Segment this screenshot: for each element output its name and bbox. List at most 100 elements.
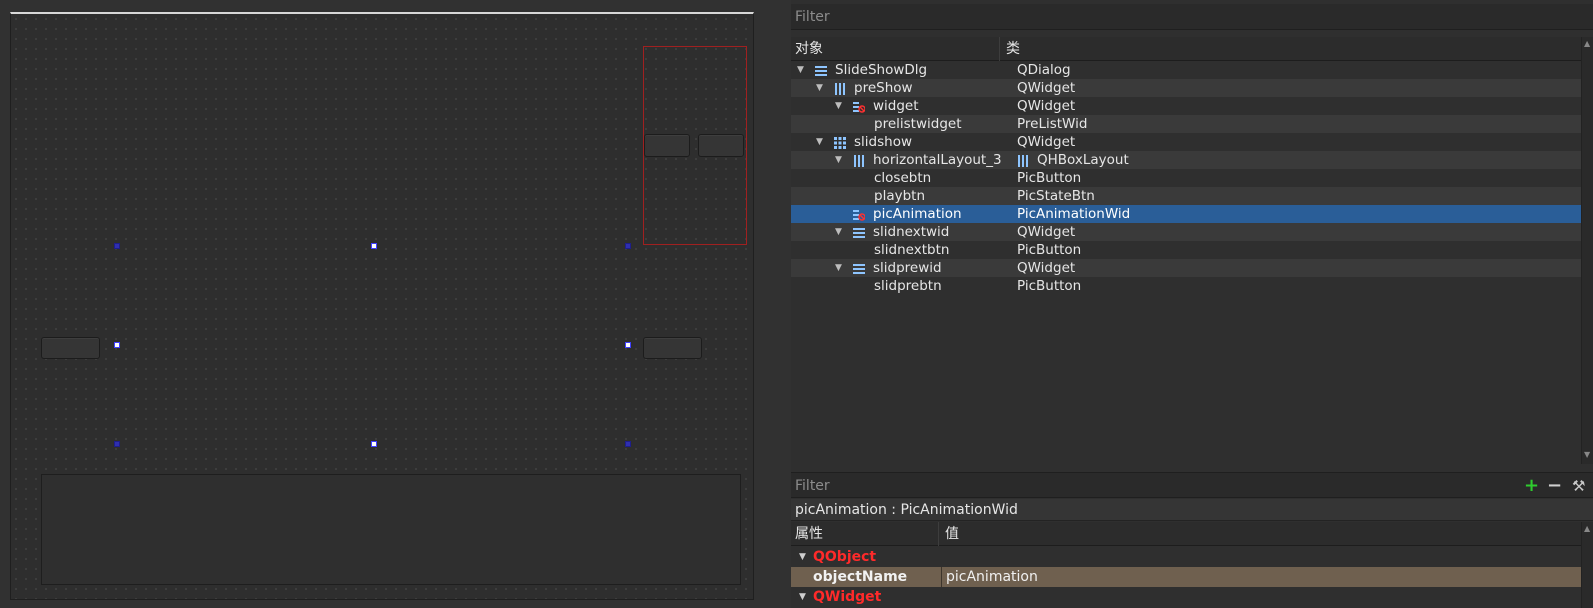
hbox-layout-icon xyxy=(834,82,846,95)
property-row-objectname[interactable]: objectName picAnimation xyxy=(791,567,1581,587)
selection-handle[interactable] xyxy=(625,243,631,249)
object-class-label: QWidget xyxy=(1017,260,1076,276)
object-name-label: horizontalLayout_3 xyxy=(873,152,1002,168)
object-filter-input[interactable]: Filter xyxy=(791,4,1593,30)
object-class-label: picAnimation : PicAnimationWid xyxy=(795,502,1018,518)
selection-handle[interactable] xyxy=(371,441,377,447)
object-class-label: PicStateBtn xyxy=(1017,188,1095,204)
hbox-layout-icon xyxy=(1017,154,1029,167)
chevron-down-icon[interactable]: ▼ xyxy=(835,97,842,115)
selection-handle[interactable] xyxy=(625,441,631,447)
vbox-layout-icon xyxy=(853,262,865,274)
tree-row-horizontallayout_3[interactable]: ▼ horizontalLayout_3 QHBoxLayout xyxy=(791,151,1581,169)
column-header-object[interactable]: 对象 xyxy=(795,37,823,61)
object-inspector: Filter 对象 类 ▼ SlideShowDlg QDialog ▼ preShow… xyxy=(791,4,1593,464)
object-name-label: slidprebtn xyxy=(874,278,942,294)
panel-splitter[interactable] xyxy=(775,0,791,608)
preview-list-widget[interactable] xyxy=(41,474,741,585)
property-filter-input[interactable]: Filter + − ⚒ xyxy=(791,472,1593,498)
object-class-label: QWidget xyxy=(1017,98,1076,114)
scroll-up-icon[interactable]: ▲ xyxy=(1584,39,1590,48)
selection-handle[interactable] xyxy=(114,441,120,447)
chevron-down-icon[interactable]: ▼ xyxy=(835,259,842,277)
object-class-label: PicAnimationWid xyxy=(1017,206,1131,222)
broken-layout-icon xyxy=(853,100,866,113)
tree-row-slidnextwid[interactable]: ▼ slidnextwid QWidget xyxy=(791,223,1581,241)
object-class-label: PicButton xyxy=(1017,170,1082,186)
object-class-label: QWidget xyxy=(1017,80,1076,96)
tree-row-slidprewid[interactable]: ▼ slidprewid QWidget xyxy=(791,259,1581,277)
selection-handle[interactable] xyxy=(371,243,377,249)
object-class-label: QHBoxLayout xyxy=(1037,152,1129,168)
object-name-label: widget xyxy=(873,98,919,114)
tree-row-slidprebtn[interactable]: slidprebtn PicButton xyxy=(791,277,1581,295)
play-button-preview[interactable] xyxy=(644,134,690,157)
selected-object-label: picAnimation : PicAnimationWid xyxy=(791,499,1593,521)
right-dock-panels: Filter 对象 类 ▼ SlideShowDlg QDialog ▼ preShow… xyxy=(791,0,1593,608)
close-button-preview[interactable] xyxy=(698,134,744,157)
slide-prev-button-preview[interactable] xyxy=(41,337,100,359)
vbox-layout-icon xyxy=(815,64,827,76)
object-name-label: slidshow xyxy=(854,134,912,150)
object-class-label: PreListWid xyxy=(1017,116,1088,132)
object-name-label: picAnimation xyxy=(873,206,962,222)
chevron-down-icon[interactable]: ▼ xyxy=(816,79,823,97)
object-name-label: slidnextwid xyxy=(873,224,950,240)
object-name-label: prelistwidget xyxy=(874,116,962,132)
property-value-input[interactable]: picAnimation xyxy=(941,567,1569,587)
plus-icon[interactable]: + xyxy=(1524,473,1539,499)
minus-icon[interactable]: − xyxy=(1547,473,1562,499)
column-header-property[interactable]: 属性 xyxy=(795,522,823,546)
grid-layout-icon xyxy=(834,136,846,149)
filter-placeholder: Filter xyxy=(795,9,830,25)
tree-row-widget[interactable]: ▼ widget QWidget xyxy=(791,97,1581,115)
object-class-label: PicButton xyxy=(1017,278,1082,294)
chevron-down-icon[interactable]: ▼ xyxy=(835,223,842,241)
scroll-up-icon[interactable]: ▲ xyxy=(1584,524,1590,533)
category-label: QWidget xyxy=(813,589,882,605)
tree-row-picanimation[interactable]: picAnimation PicAnimationWid xyxy=(791,205,1581,223)
chevron-down-icon[interactable]: ▼ xyxy=(799,587,806,607)
tree-row-slideshowdlg[interactable]: ▼ SlideShowDlg QDialog xyxy=(791,61,1581,79)
tree-row-preshow[interactable]: ▼ preShow QWidget xyxy=(791,79,1581,97)
layout-frame[interactable] xyxy=(643,46,747,245)
category-row-qwidget[interactable]: ▼ QWidget xyxy=(791,587,1581,607)
broken-layout-icon xyxy=(853,208,866,221)
slideshow-dialog-form[interactable] xyxy=(10,12,754,600)
hbox-layout-icon xyxy=(853,154,865,167)
filter-placeholder: Filter xyxy=(795,478,830,494)
scroll-down-icon[interactable]: ▼ xyxy=(1584,450,1590,459)
column-header-class[interactable]: 类 xyxy=(999,37,1020,61)
category-label: QObject xyxy=(813,549,877,565)
tree-row-closebtn[interactable]: closebtn PicButton xyxy=(791,169,1581,187)
chevron-down-icon[interactable]: ▼ xyxy=(797,61,804,79)
tree-row-slidnextbtn[interactable]: slidnextbtn PicButton xyxy=(791,241,1581,259)
property-key: objectName xyxy=(813,569,908,585)
tree-row-playbtn[interactable]: playbtn PicStateBtn xyxy=(791,187,1581,205)
object-class-label: QDialog xyxy=(1017,62,1071,78)
tree-row-slidshow[interactable]: ▼ slidshow QWidget xyxy=(791,133,1581,151)
object-name-label: slidprewid xyxy=(873,260,942,276)
object-name-label: SlideShowDlg xyxy=(835,62,928,78)
form-canvas-area xyxy=(0,0,775,608)
object-tree-scrollbar[interactable]: ▲ ▼ xyxy=(1581,37,1593,464)
column-header-value[interactable]: 值 xyxy=(938,522,959,546)
wrench-icon[interactable]: ⚒ xyxy=(1572,473,1585,499)
object-name-label: playbtn xyxy=(874,188,926,204)
object-name-label: slidnextbtn xyxy=(874,242,950,258)
object-class-label: PicButton xyxy=(1017,242,1082,258)
chevron-down-icon[interactable]: ▼ xyxy=(799,547,806,567)
chevron-down-icon[interactable]: ▼ xyxy=(835,151,842,169)
chevron-down-icon[interactable]: ▼ xyxy=(816,133,823,151)
selection-handle[interactable] xyxy=(625,342,631,348)
property-editor: Filter + − ⚒ picAnimation : PicAnimation… xyxy=(791,472,1593,608)
selection-handle[interactable] xyxy=(114,342,120,348)
selection-handle[interactable] xyxy=(114,243,120,249)
object-tree-header: 对象 类 xyxy=(791,37,1581,61)
object-tree: ▼ SlideShowDlg QDialog ▼ preShow QWidget ▼ widg… xyxy=(791,61,1581,457)
tree-row-prelistwidget[interactable]: prelistwidget PreListWid xyxy=(791,115,1581,133)
slide-next-button-preview[interactable] xyxy=(643,337,702,359)
vbox-layout-icon xyxy=(853,226,865,238)
property-scrollbar[interactable]: ▲ xyxy=(1581,522,1593,608)
category-row-qobject[interactable]: ▼ QObject xyxy=(791,547,1581,567)
